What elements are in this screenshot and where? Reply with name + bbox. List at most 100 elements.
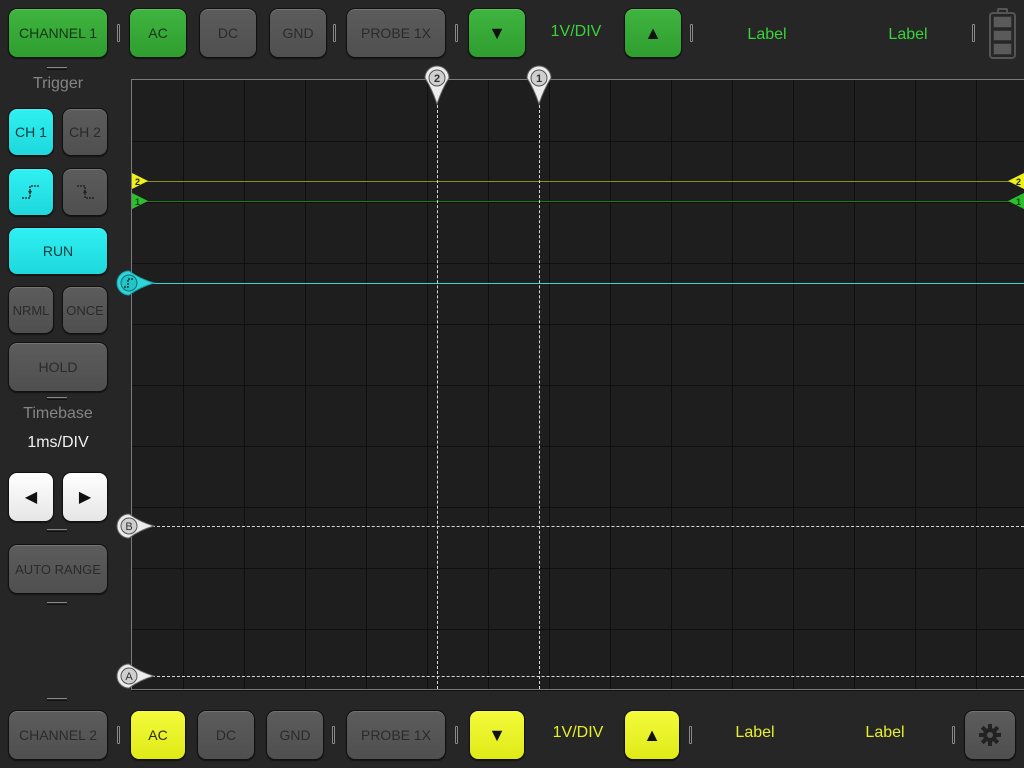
grid-line-horizontal (132, 446, 1024, 447)
cursor-a-line (152, 676, 1024, 677)
grid-line-horizontal (132, 141, 1024, 142)
ch2-volts-down-button[interactable]: ▼ (469, 710, 525, 760)
grid-line-horizontal (132, 385, 1024, 386)
separator (333, 24, 336, 42)
separator (117, 24, 120, 42)
channel-2-label: CHANNEL 2 (18, 727, 98, 743)
ch2-volts-up-button[interactable]: ▲ (624, 710, 680, 760)
cursor-a-handle[interactable]: A (116, 663, 156, 689)
ch1-measure-label-2[interactable]: Label (868, 26, 948, 44)
settings-button[interactable] (964, 710, 1016, 760)
separator (689, 726, 692, 744)
ch1-volts-down-button[interactable]: ▼ (468, 8, 526, 58)
separator (952, 726, 955, 744)
ch1-measure-label-1[interactable]: Label (727, 26, 807, 44)
gear-icon (979, 724, 1001, 746)
ch1-volts-up-button[interactable]: ▲ (624, 8, 682, 58)
once-mode-button[interactable]: ONCE (62, 286, 108, 334)
timebase-decrease-button[interactable]: ◀ (8, 472, 54, 522)
normal-mode-button[interactable]: NRML (8, 286, 54, 334)
channel-2-marker-right[interactable]: 2 (1008, 173, 1024, 189)
ch2-measure-label-1[interactable]: Label (715, 724, 795, 742)
hold-label: HOLD (38, 359, 78, 375)
ch1-gnd-button[interactable]: GND (269, 8, 327, 58)
ac-label: AC (148, 25, 168, 41)
channel-2-marker-left[interactable]: 2 (132, 173, 148, 189)
triangle-left-icon: ◀ (24, 489, 38, 506)
grid-line-horizontal (132, 690, 1024, 691)
cursor-label: 2 (434, 73, 440, 85)
channel-1-marker-right[interactable]: 1 (1008, 193, 1024, 209)
marker-label: 1 (1016, 197, 1021, 207)
trigger-ch1-button[interactable]: CH 1 (8, 108, 54, 156)
triangle-down-icon: ▼ (488, 22, 506, 43)
divider (47, 698, 67, 701)
trigger-ch2-button[interactable]: CH 2 (62, 108, 108, 156)
grid-line-horizontal (132, 324, 1024, 325)
trigger-level-handle[interactable] (116, 270, 156, 296)
dc-label: DC (215, 727, 237, 743)
cursor-1-handle[interactable]: 1 (526, 65, 552, 105)
cursor-2-line (437, 100, 438, 689)
auto-range-button[interactable]: AUTO RANGE (8, 544, 108, 594)
run-button[interactable]: RUN (8, 227, 108, 275)
dc-label: DC (217, 25, 239, 41)
grid-line-horizontal (132, 568, 1024, 569)
ch1-probe-button[interactable]: PROBE 1X (346, 8, 446, 58)
oscilloscope-display[interactable] (131, 79, 1024, 691)
timebase-increase-button[interactable]: ▶ (62, 472, 108, 522)
cursor-1-line (539, 100, 540, 689)
falling-edge-icon (77, 185, 94, 199)
ch2-ac-button[interactable]: AC (130, 710, 186, 760)
ch2-dc-button[interactable]: DC (197, 710, 255, 760)
ch1-dc-button[interactable]: DC (199, 8, 257, 58)
cursor-label: B (125, 521, 132, 533)
channel-2-trace (132, 181, 1024, 182)
ch1-label: CH 1 (15, 124, 47, 140)
gnd-label: GND (282, 25, 314, 41)
channel-1-trace (132, 201, 1024, 202)
ch2-gnd-button[interactable]: GND (266, 710, 324, 760)
cursor-2-handle[interactable]: 2 (424, 65, 450, 105)
channel-1-marker-left[interactable]: 1 (132, 193, 148, 209)
cursor-label: 1 (536, 73, 542, 85)
channel-1-label: CHANNEL 1 (18, 25, 98, 41)
separator (972, 24, 975, 42)
separator (455, 24, 458, 42)
ch2-probe-button[interactable]: PROBE 1X (346, 710, 446, 760)
trigger-title: Trigger (32, 75, 84, 92)
marker-label: 1 (135, 197, 140, 207)
timebase-value: 1ms/DIV (27, 434, 89, 451)
trigger-level-line (140, 283, 1024, 284)
cursor-b-line (152, 526, 1024, 527)
separator (332, 726, 335, 744)
separator (690, 24, 693, 42)
ch2-label: CH 2 (69, 124, 101, 140)
divider (47, 67, 67, 70)
rising-edge-icon (22, 185, 39, 199)
trigger-rising-edge-button[interactable] (8, 168, 54, 216)
divider (47, 529, 67, 532)
ch2-measure-label-2[interactable]: Label (845, 724, 925, 742)
auto-range-label: AUTO RANGE (15, 561, 101, 577)
ch1-ac-button[interactable]: AC (129, 8, 187, 58)
ch2-volts-per-div: 1V/DIV (552, 724, 604, 741)
ch1-volts-per-div: 1V/DIV (550, 23, 602, 40)
triangle-up-icon: ▲ (643, 724, 661, 745)
trigger-falling-edge-button[interactable] (62, 168, 108, 216)
marker-label: 2 (135, 177, 140, 187)
marker-label: 2 (1016, 177, 1021, 187)
timebase-title: Timebase (23, 405, 93, 422)
cursor-b-handle[interactable]: B (116, 513, 156, 539)
divider (47, 602, 67, 605)
probe-label: PROBE 1X (360, 727, 432, 743)
channel-1-button[interactable]: CHANNEL 1 (8, 8, 108, 58)
once-label: ONCE (66, 302, 104, 318)
grid-line-horizontal (132, 263, 1024, 264)
separator (455, 726, 458, 744)
triangle-up-icon: ▲ (644, 22, 662, 43)
hold-button[interactable]: HOLD (8, 342, 108, 392)
battery-icon (989, 8, 1016, 59)
channel-2-button[interactable]: CHANNEL 2 (8, 710, 108, 760)
triangle-right-icon: ▶ (78, 489, 92, 506)
